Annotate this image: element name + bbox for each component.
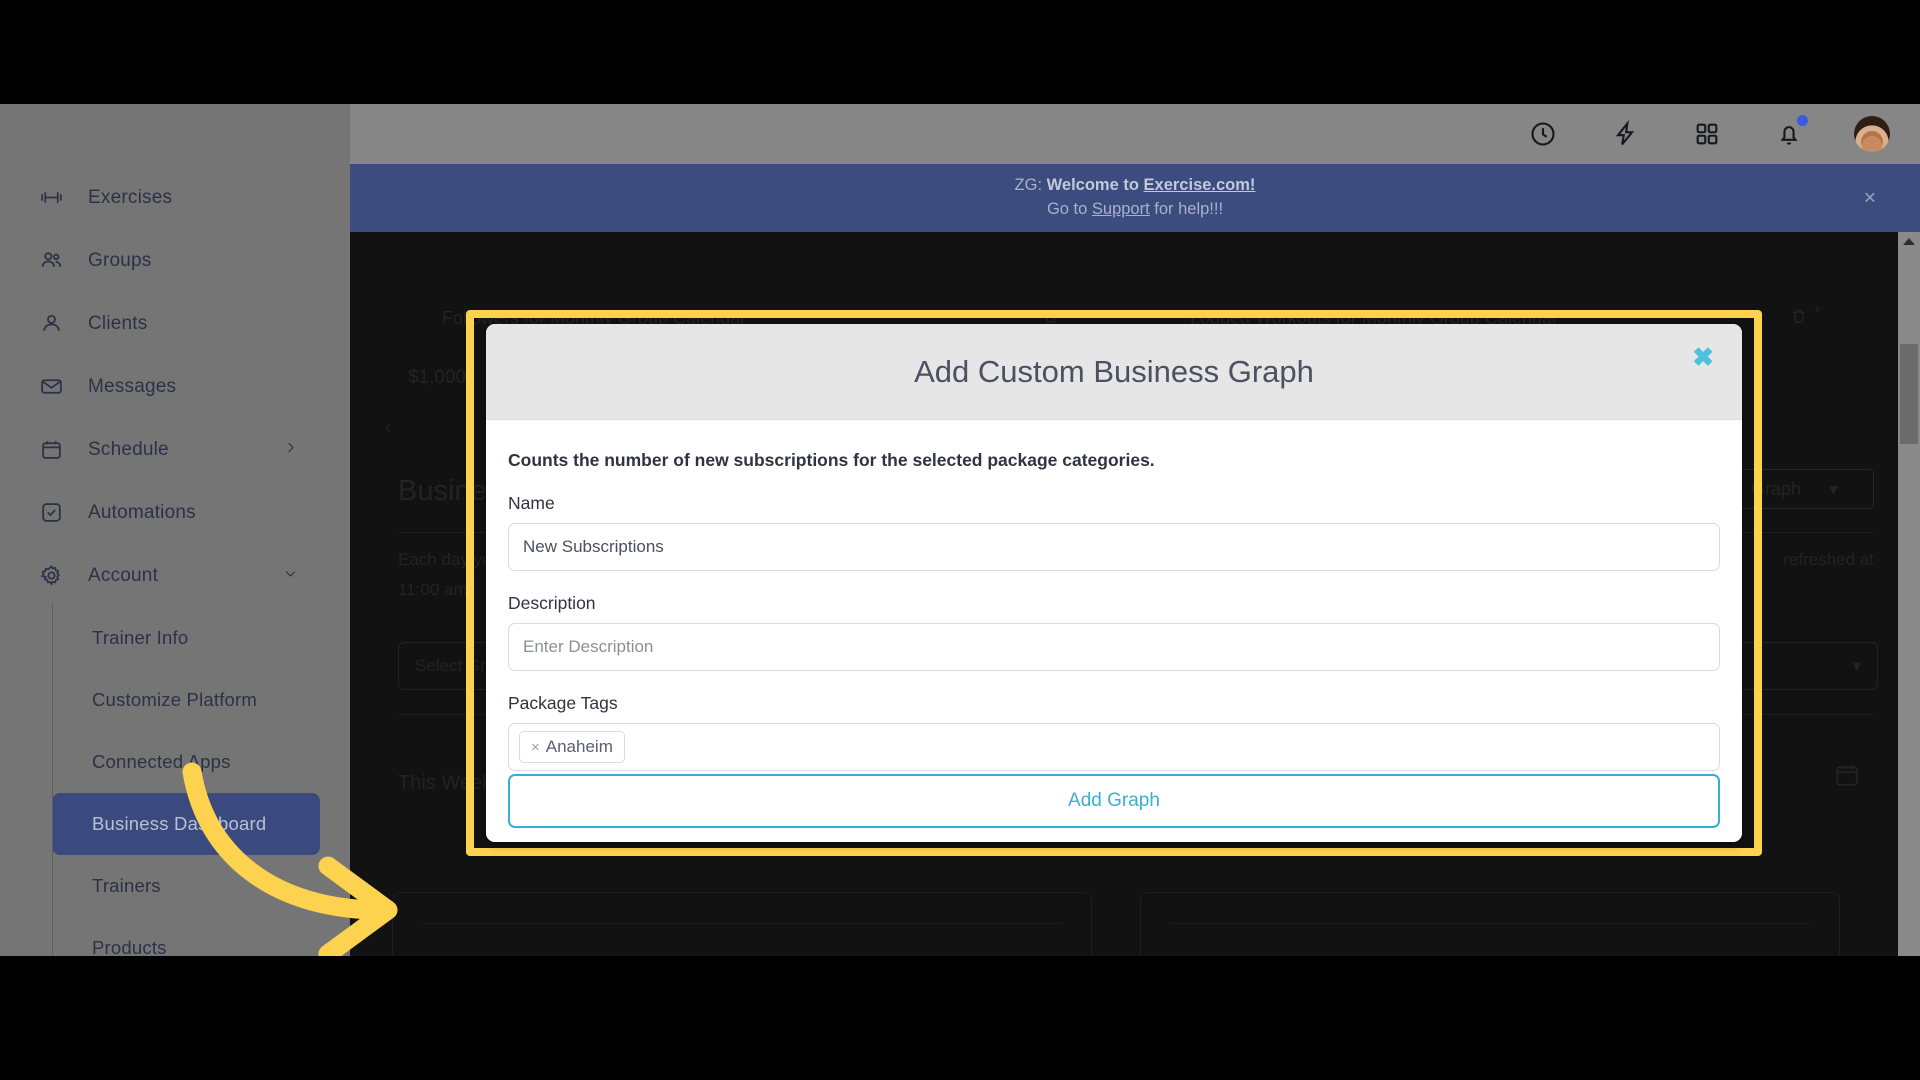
- graph-card[interactable]: [392, 892, 1092, 956]
- sidebar-nav-list: Exercises Groups Clients Messages Schedu…: [0, 104, 350, 956]
- bell-icon[interactable]: [1772, 115, 1808, 151]
- sidebar-subitem-label: Trainer Info: [92, 627, 189, 648]
- package-tags-field-label: Package Tags: [508, 693, 618, 713]
- package-tags-field-group: Package Tags × Anaheim: [508, 693, 1720, 771]
- banner-help-text: for help!!!: [1149, 200, 1224, 218]
- package-tags-input[interactable]: × Anaheim: [508, 723, 1720, 771]
- sidebar-subitem-label: Trainers: [92, 875, 161, 896]
- prev-page-arrow[interactable]: ‹: [385, 417, 392, 440]
- graph-card-body: [1169, 923, 1811, 956]
- sidebar-item-label: Account: [88, 564, 159, 586]
- form-description-note: Counts the number of new subscriptions f…: [508, 450, 1155, 470]
- sidebar-subitem-label: Products: [92, 937, 167, 956]
- banner-close-icon[interactable]: ×: [1864, 188, 1876, 209]
- avatar[interactable]: [1854, 116, 1890, 152]
- modal-title: Add Custom Business Graph: [914, 353, 1314, 389]
- modal-footer: Add Graph: [486, 774, 1742, 842]
- account-subnav: Trainer Info Customize Platform Connecte…: [52, 603, 350, 956]
- banner-line-2: Go to Support for help!!!: [1047, 198, 1223, 222]
- close-icon[interactable]: ✖: [1692, 344, 1714, 370]
- chevron-right-icon: [283, 439, 298, 461]
- add-custom-business-graph-modal: Add Custom Business Graph ✖ Counts the n…: [486, 324, 1742, 842]
- sidebar-item-exercises[interactable]: Exercises: [0, 166, 350, 229]
- checkbox-icon: [36, 498, 66, 528]
- description-field-group: Description Enter Description: [508, 593, 1720, 671]
- modal-body: Counts the number of new subscriptions f…: [486, 420, 1742, 774]
- sidebar-item-label: Clients: [88, 312, 148, 334]
- sidebar-subitem-label: Customize Platform: [92, 689, 258, 710]
- sidebar-subitem-trainer-info[interactable]: Trainer Info: [52, 607, 320, 669]
- sidebar: Exercises Groups Clients Messages Schedu…: [0, 104, 350, 956]
- welcome-banner: ZG: Welcome to Exercise.com! Go to Suppo…: [350, 164, 1920, 232]
- tag-remove-icon[interactable]: ×: [531, 739, 540, 756]
- apps-grid-icon[interactable]: [1690, 117, 1724, 151]
- tag-label: Anaheim: [545, 737, 613, 756]
- sidebar-item-account[interactable]: Account: [0, 544, 350, 607]
- person-icon: [36, 309, 66, 339]
- sidebar-subitem-label: Business Dashboard: [92, 813, 267, 834]
- notification-dot: [1797, 115, 1808, 126]
- sidebar-item-label: Groups: [88, 249, 152, 271]
- calendar-icon[interactable]: [1834, 762, 1860, 793]
- tag-chip[interactable]: × Anaheim: [519, 731, 625, 763]
- dumbbell-icon: [36, 183, 66, 213]
- banner-site-link[interactable]: Exercise.com!: [1144, 176, 1256, 194]
- sidebar-item-automations[interactable]: Automations: [0, 481, 350, 544]
- banner-support-link[interactable]: Support: [1092, 200, 1150, 218]
- chevron-down-icon: ▾: [1829, 478, 1839, 499]
- description-field-label: Description: [508, 593, 596, 613]
- description-input[interactable]: Enter Description: [508, 623, 1720, 671]
- banner-line-1: ZG: Welcome to Exercise.com!: [1015, 174, 1256, 198]
- scrollbar-thumb[interactable]: [1900, 344, 1918, 444]
- refresh-note-right: refreshed at: [1783, 550, 1874, 569]
- sidebar-item-label: Exercises: [88, 186, 173, 208]
- lightning-icon[interactable]: [1608, 117, 1642, 151]
- vertical-scrollbar[interactable]: [1898, 232, 1920, 956]
- refresh-note-line2: 11:00 am: [398, 580, 468, 599]
- sidebar-item-label: Messages: [88, 375, 177, 397]
- screen-root: Exercises Groups Clients Messages Schedu…: [0, 0, 1920, 1080]
- next-page-arrow[interactable]: ›: [1814, 298, 1820, 319]
- calendar-icon: [36, 435, 66, 465]
- sidebar-item-groups[interactable]: Groups: [0, 229, 350, 292]
- chevron-down-icon: [283, 565, 298, 587]
- banner-goto-text: Go to: [1046, 200, 1092, 218]
- sidebar-item-messages[interactable]: Messages: [0, 355, 350, 418]
- sidebar-subitem-business-dashboard[interactable]: Business Dashboard: [52, 793, 320, 855]
- name-field-label: Name: [508, 493, 555, 513]
- clock-icon[interactable]: [1526, 117, 1560, 151]
- chevron-down-icon: ▾: [1852, 656, 1861, 675]
- banner-welcome-text: Welcome to: [1046, 176, 1144, 195]
- top-bar: [350, 104, 1920, 164]
- envelope-icon: [36, 372, 66, 402]
- sidebar-item-clients[interactable]: Clients: [0, 292, 350, 355]
- sidebar-item-schedule[interactable]: Schedule: [0, 418, 350, 481]
- people-icon: [36, 246, 66, 276]
- graph-card[interactable]: [1140, 892, 1840, 956]
- scroll-up-arrow-icon[interactable]: [1903, 238, 1915, 245]
- payment-amount: $1,000: [408, 367, 467, 388]
- sidebar-subitem-trainers[interactable]: Trainers: [52, 855, 320, 917]
- sidebar-item-label: Schedule: [88, 438, 169, 460]
- trash-icon[interactable]: [1790, 306, 1808, 331]
- sidebar-subitem-label: Connected Apps: [92, 751, 231, 772]
- modal-header: Add Custom Business Graph ✖: [486, 324, 1742, 420]
- gear-icon: [36, 561, 66, 591]
- name-field-group: Name New Subscriptions: [508, 493, 1720, 571]
- name-input[interactable]: New Subscriptions: [508, 523, 1720, 571]
- graph-card-body: [421, 923, 1063, 956]
- add-graph-button[interactable]: Add Graph: [508, 774, 1720, 828]
- sidebar-subitem-customize-platform[interactable]: Customize Platform: [52, 669, 320, 731]
- sidebar-item-label: Automations: [88, 501, 196, 523]
- sidebar-subitem-products[interactable]: Products: [52, 917, 320, 956]
- banner-prefix: ZG:: [1014, 176, 1047, 195]
- sidebar-subitem-connected-apps[interactable]: Connected Apps: [52, 731, 320, 793]
